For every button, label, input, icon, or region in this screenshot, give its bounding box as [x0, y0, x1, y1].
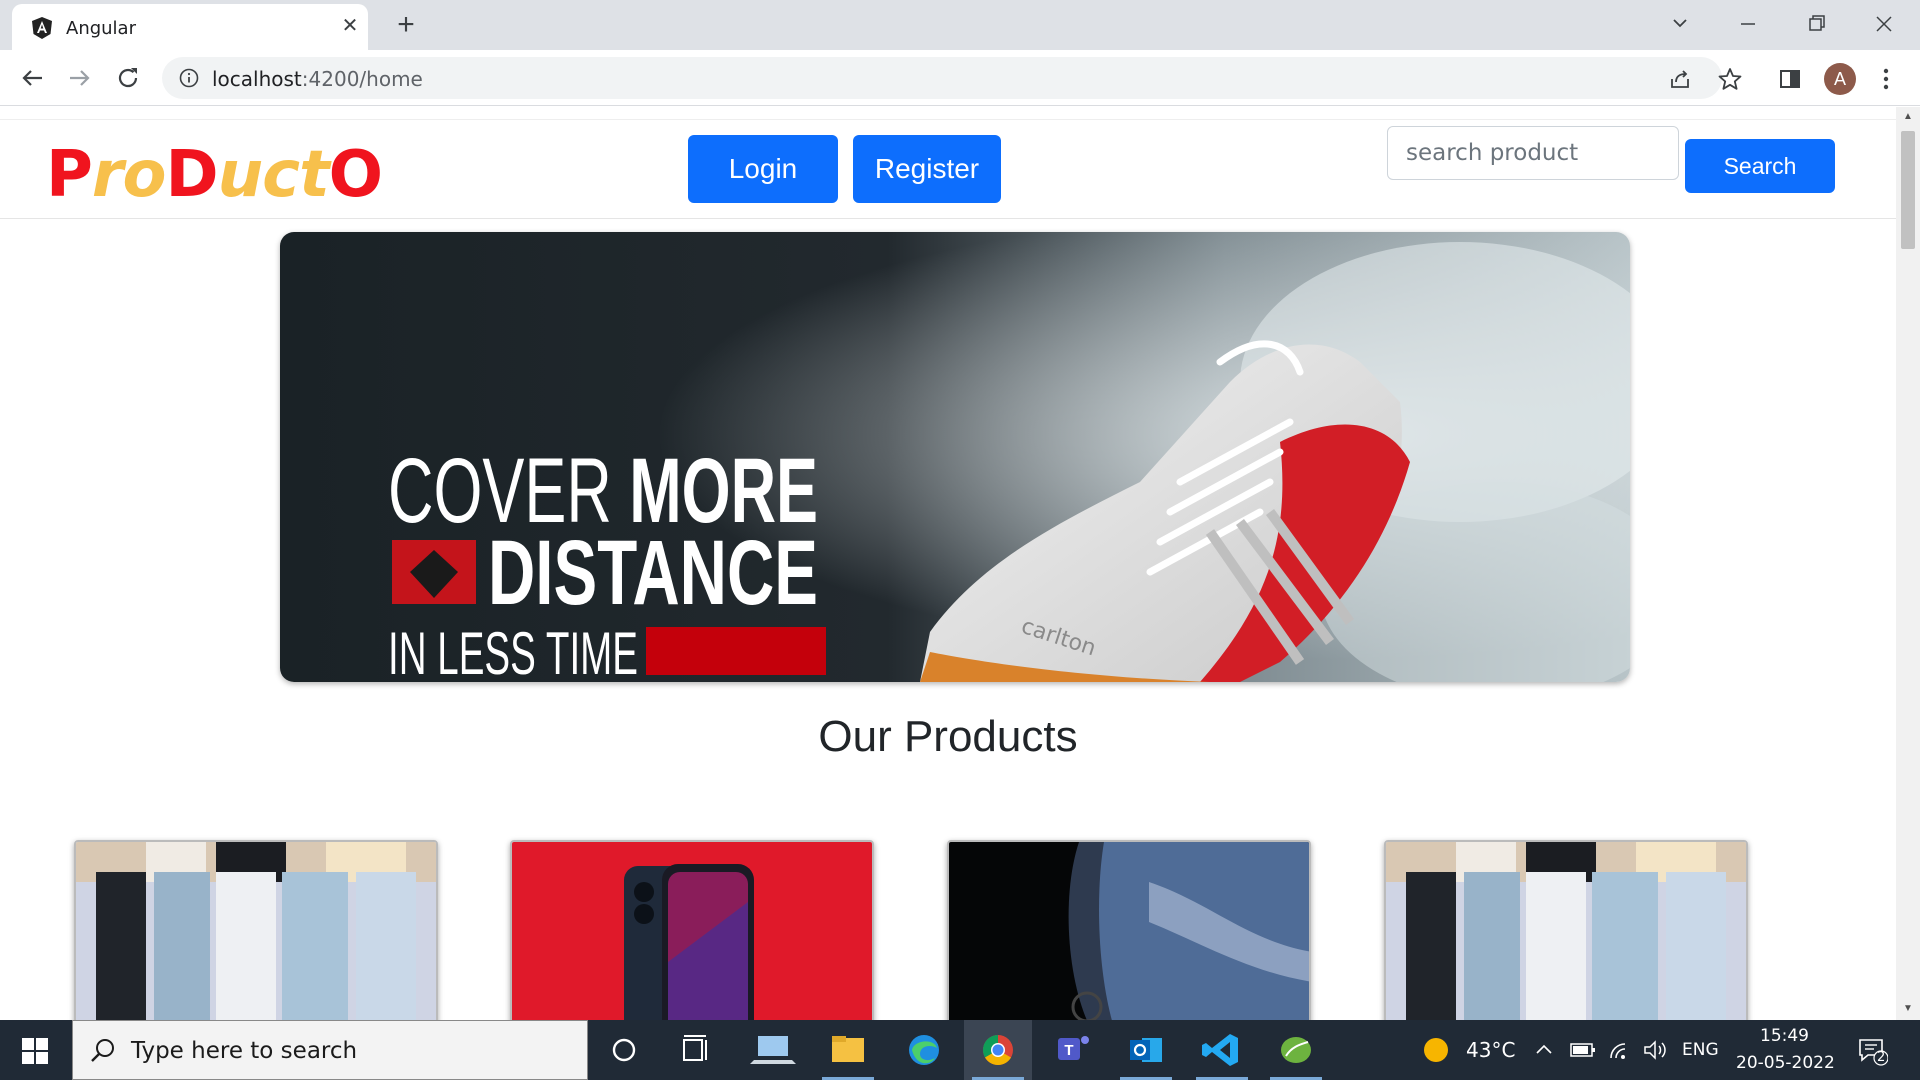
chevron-up-icon[interactable] [1534, 1040, 1554, 1060]
restore-icon[interactable] [1796, 8, 1836, 40]
taskbar-search-placeholder: Type here to search [131, 1038, 358, 1064]
share-icon[interactable] [1668, 67, 1692, 91]
brand-logo[interactable]: ProDuctO [46, 138, 383, 212]
scroll-up-icon[interactable]: ▲ [1902, 111, 1914, 123]
banner-line3: IN LESS TIME [388, 620, 638, 682]
product-image-jeans [76, 842, 436, 1038]
edge-icon[interactable] [890, 1020, 958, 1080]
product-card[interactable] [74, 840, 438, 1040]
browser-toolbar: localhost:4200/home [0, 50, 1920, 106]
banner-line2: DISTANCE [488, 522, 818, 624]
tab-title: Angular [66, 18, 136, 39]
page-scrollbar[interactable]: ▲ ▼ [1896, 107, 1920, 1020]
url-text: localhost:4200/home [212, 67, 423, 91]
new-tab-button[interactable]: + [390, 10, 422, 42]
clock-time[interactable]: 15:49 [1760, 1026, 1809, 1046]
spring-tool-icon[interactable] [1262, 1020, 1330, 1080]
reload-icon[interactable] [112, 62, 144, 94]
back-icon[interactable] [16, 62, 48, 94]
notification-count: 2 [1877, 1050, 1886, 1065]
product-card[interactable] [510, 840, 874, 1040]
forward-icon[interactable] [64, 62, 96, 94]
bookmark-star-icon[interactable] [1716, 65, 1744, 93]
browser-tab[interactable]: Angular ✕ [12, 4, 368, 50]
vscode-icon[interactable] [1188, 1020, 1256, 1080]
close-tab-icon[interactable]: ✕ [338, 14, 362, 38]
section-title: Our Products [818, 712, 1078, 761]
more-menu-icon[interactable] [1876, 64, 1896, 94]
side-panel-icon[interactable] [1776, 65, 1804, 93]
teams-icon[interactable]: T [1038, 1020, 1106, 1080]
profile-avatar[interactable]: A [1824, 63, 1856, 95]
product-image-iphone [512, 842, 872, 1038]
clock-date[interactable]: 20-05-2022 [1736, 1053, 1835, 1073]
angular-icon [32, 17, 52, 39]
wifi-icon[interactable] [1608, 1038, 1634, 1062]
close-window-icon[interactable] [1864, 8, 1904, 40]
tab-search-icon[interactable] [1660, 8, 1700, 40]
laptop-app-icon[interactable] [740, 1020, 808, 1080]
cortana-icon[interactable] [590, 1020, 658, 1080]
chrome-icon[interactable] [964, 1020, 1032, 1080]
temperature-text[interactable]: 43°C [1466, 1038, 1515, 1062]
banner-image: carlton COVER MORE DISTANCE IN LESS TIME [280, 232, 1630, 682]
search-input[interactable]: search product [1387, 126, 1679, 180]
browser-tab-strip: Angular ✕ + [0, 0, 1920, 50]
login-button[interactable]: Login [688, 135, 838, 203]
battery-icon[interactable] [1570, 1040, 1596, 1060]
address-bar[interactable]: localhost:4200/home [162, 57, 1722, 99]
scroll-thumb[interactable] [1901, 131, 1915, 249]
volume-icon[interactable] [1642, 1038, 1668, 1062]
product-image-phone-dark [949, 842, 1309, 1038]
product-image-jeans [1386, 842, 1746, 1038]
product-card[interactable] [1384, 840, 1748, 1040]
scroll-down-icon[interactable]: ▼ [1902, 1003, 1914, 1015]
windows-taskbar: Type here to search T 43°C ENG 15:49 20-… [0, 1020, 1920, 1080]
hero-banner: carlton COVER MORE DISTANCE IN LESS TIME [280, 232, 1630, 682]
file-explorer-icon[interactable] [814, 1020, 882, 1080]
minimize-icon[interactable] [1728, 8, 1768, 40]
task-view-icon[interactable] [662, 1020, 730, 1080]
outlook-icon[interactable] [1112, 1020, 1180, 1080]
site-info-icon[interactable] [178, 67, 200, 89]
taskbar-search-box[interactable]: Type here to search [72, 1020, 588, 1080]
search-icon [91, 1039, 114, 1062]
svg-text:T: T [1064, 1042, 1073, 1059]
language-indicator[interactable]: ENG [1682, 1040, 1719, 1060]
windows-start-icon[interactable] [22, 1038, 48, 1064]
register-button[interactable]: Register [853, 135, 1001, 203]
search-button[interactable]: Search [1685, 139, 1835, 193]
product-card[interactable] [947, 840, 1311, 1040]
weather-sun-icon[interactable] [1422, 1036, 1450, 1064]
